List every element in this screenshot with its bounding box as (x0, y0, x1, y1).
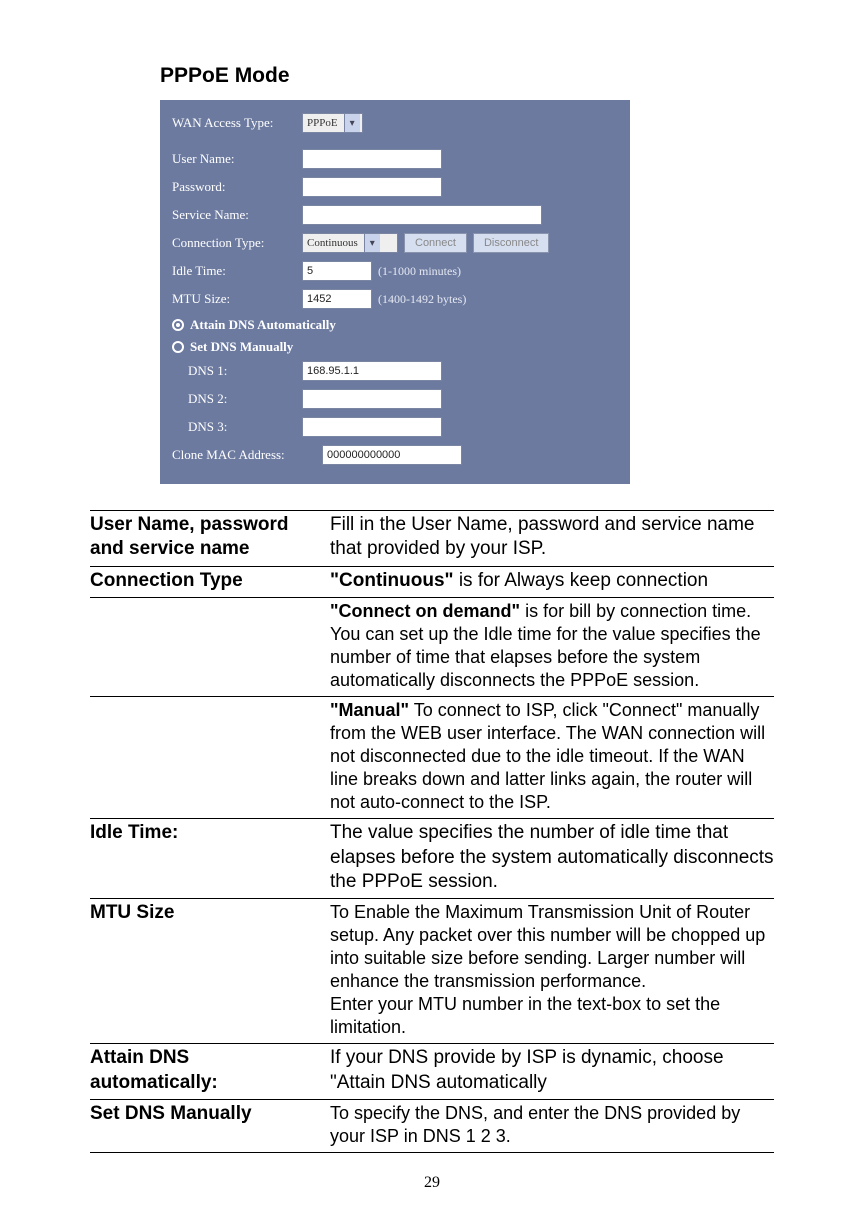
password-input[interactable] (302, 177, 442, 197)
table-row: "Manual" To connect to ISP, click "Conne… (90, 696, 774, 818)
dns1-label: DNS 1: (172, 363, 302, 379)
table-term: Attain DNS automatically: (90, 1044, 328, 1099)
table-term: Set DNS Manually (90, 1100, 328, 1152)
table-term: Connection Type (90, 567, 328, 597)
wan-access-type-value: PPPoE (307, 117, 338, 129)
dns2-label: DNS 2: (172, 391, 302, 407)
table-row: "Connect on demand" is for bill by conne… (90, 597, 774, 696)
table-definition: "Continuous" is for Always keep connecti… (328, 567, 774, 597)
definition-lead: "Manual" (330, 700, 409, 720)
table-definition: If your DNS provide by ISP is dynamic, c… (328, 1044, 774, 1099)
user-name-label: User Name: (172, 151, 302, 167)
connection-type-value: Continuous (307, 237, 358, 249)
table-term (90, 598, 328, 696)
service-name-label: Service Name: (172, 207, 302, 223)
table-definition: "Connect on demand" is for bill by conne… (328, 598, 774, 696)
set-dns-radio-row[interactable]: Set DNS Manually (172, 336, 618, 358)
page-number: 29 (0, 1174, 864, 1192)
table-row: MTU SizeTo Enable the Maximum Transmissi… (90, 898, 774, 1043)
radio-icon (172, 319, 184, 331)
mtu-size-note: (1400-1492 bytes) (378, 292, 466, 307)
radio-icon (172, 341, 184, 353)
connection-type-select[interactable]: Continuous ▾ (302, 233, 398, 253)
mtu-size-input[interactable] (302, 289, 372, 309)
table-term: User Name, password and service name (90, 511, 328, 566)
table-definition: To specify the DNS, and enter the DNS pr… (328, 1100, 774, 1152)
service-name-input[interactable] (302, 205, 542, 225)
idle-time-input[interactable] (302, 261, 372, 281)
definition-lead: "Connect on demand" (330, 601, 520, 621)
clone-mac-label: Clone MAC Address: (172, 447, 322, 463)
disconnect-button[interactable]: Disconnect (473, 233, 549, 253)
table-definition: To Enable the Maximum Transmission Unit … (328, 899, 774, 1043)
section-heading: PPPoE Mode (160, 64, 774, 88)
dns2-input[interactable] (302, 389, 442, 409)
definition-lead: "Continuous" (330, 570, 454, 591)
table-term: MTU Size (90, 899, 328, 1043)
table-row: User Name, password and service nameFill… (90, 510, 774, 566)
table-definition: Fill in the User Name, password and serv… (328, 511, 774, 566)
table-row: Idle Time:The value specifies the number… (90, 818, 774, 898)
chevron-down-icon: ▾ (364, 234, 380, 252)
attain-dns-label: Attain DNS Automatically (190, 317, 336, 333)
table-term: Idle Time: (90, 819, 328, 898)
idle-time-note: (1-1000 minutes) (378, 264, 461, 279)
table-row: Attain DNS automatically:If your DNS pro… (90, 1043, 774, 1099)
connection-type-label: Connection Type: (172, 235, 302, 251)
table-definition: The value specifies the number of idle t… (328, 819, 774, 898)
idle-time-label: Idle Time: (172, 263, 302, 279)
pppoe-config-panel: WAN Access Type: PPPoE ▾ User Name: Pass… (160, 100, 630, 484)
dns3-input[interactable] (302, 417, 442, 437)
user-name-input[interactable] (302, 149, 442, 169)
wan-access-type-label: WAN Access Type: (172, 115, 302, 131)
chevron-down-icon: ▾ (344, 114, 360, 132)
attain-dns-radio-row[interactable]: Attain DNS Automatically (172, 314, 618, 336)
password-label: Password: (172, 179, 302, 195)
dns3-label: DNS 3: (172, 419, 302, 435)
table-term (90, 697, 328, 818)
table-definition: "Manual" To connect to ISP, click "Conne… (328, 697, 774, 818)
mtu-size-label: MTU Size: (172, 291, 302, 307)
table-row: Set DNS ManuallyTo specify the DNS, and … (90, 1099, 774, 1153)
wan-access-type-select[interactable]: PPPoE ▾ (302, 113, 363, 133)
description-table: User Name, password and service nameFill… (90, 510, 774, 1153)
dns1-input[interactable] (302, 361, 442, 381)
clone-mac-input[interactable] (322, 445, 462, 465)
set-dns-label: Set DNS Manually (190, 339, 293, 355)
table-row: Connection Type"Continuous" is for Alway… (90, 566, 774, 597)
connect-button[interactable]: Connect (404, 233, 467, 253)
